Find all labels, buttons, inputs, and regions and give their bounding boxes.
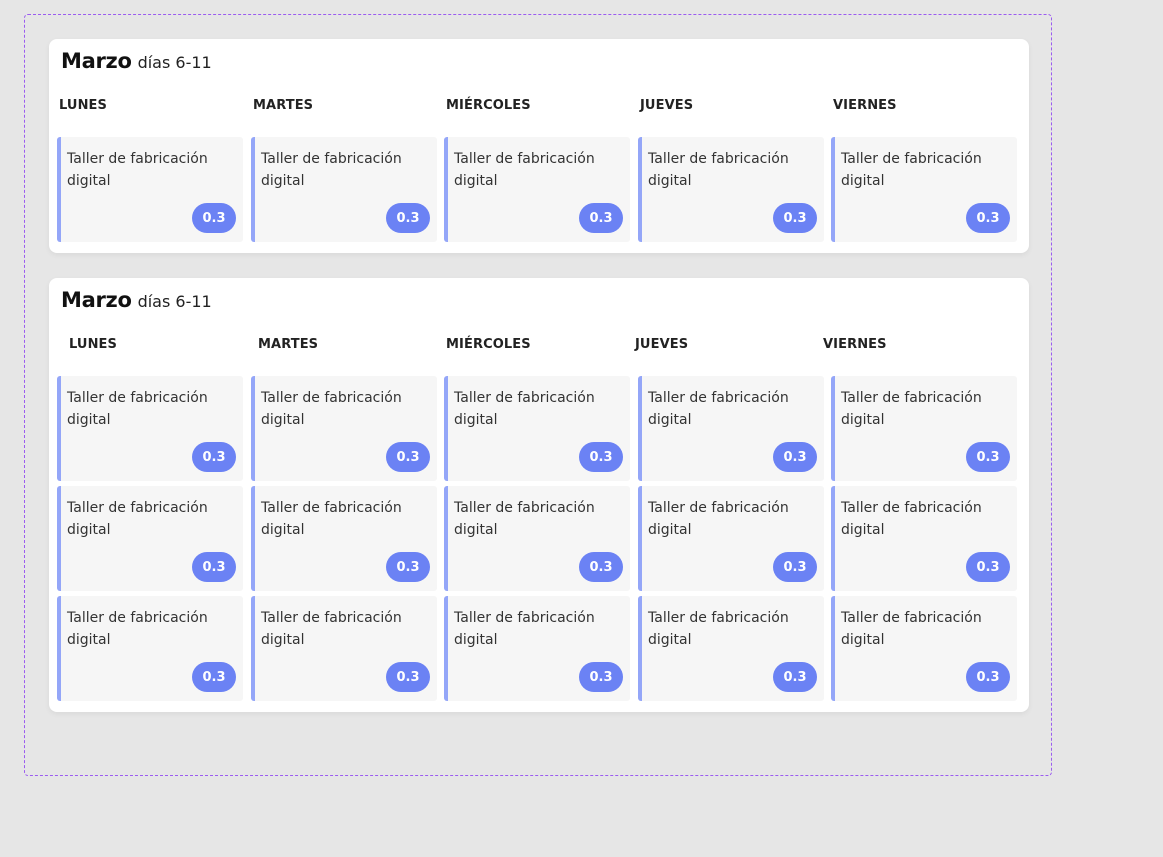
schedule-item[interactable]: Taller de fabricación digital 0.3 xyxy=(57,376,243,481)
date-range-label: días 6-11 xyxy=(137,292,212,311)
day-header-monday: LUNES xyxy=(69,337,117,352)
schedule-item[interactable]: Taller de fabricación digital 0.3 xyxy=(831,137,1017,242)
hours-badge: 0.3 xyxy=(192,552,236,582)
day-header-tuesday: MARTES xyxy=(258,337,319,352)
schedule-item-title: Taller de fabricación digital xyxy=(67,390,208,428)
hours-badge: 0.3 xyxy=(192,203,236,233)
hours-badge: 0.3 xyxy=(579,662,623,692)
hours-badge: 0.3 xyxy=(579,442,623,472)
schedule-item[interactable]: Taller de fabricación digital 0.3 xyxy=(831,486,1017,591)
day-header-thursday: JUEVES xyxy=(640,98,694,113)
schedule-item[interactable]: Taller de fabricación digital 0.3 xyxy=(251,596,437,701)
schedule-item-title: Taller de fabricación digital xyxy=(261,390,402,428)
schedule-item-title: Taller de fabricación digital xyxy=(841,390,982,428)
hours-badge: 0.3 xyxy=(966,442,1010,472)
schedule-item[interactable]: Taller de fabricación digital 0.3 xyxy=(251,376,437,481)
schedule-item-title: Taller de fabricación digital xyxy=(454,151,595,189)
schedule-item[interactable]: Taller de fabricación digital 0.3 xyxy=(831,596,1017,701)
schedule-item[interactable]: Taller de fabricación digital 0.3 xyxy=(638,137,824,242)
schedule-item[interactable]: Taller de fabricación digital 0.3 xyxy=(444,596,630,701)
hours-badge: 0.3 xyxy=(192,442,236,472)
week-title: Marzo días 6-11 xyxy=(61,49,212,73)
week-card: Marzo días 6-11 LUNES MARTES MIÉRCOLES J… xyxy=(49,278,1029,712)
schedule-item-title: Taller de fabricación digital xyxy=(841,151,982,189)
schedule-item[interactable]: Taller de fabricación digital 0.3 xyxy=(831,376,1017,481)
hours-badge: 0.3 xyxy=(966,203,1010,233)
schedule-item-title: Taller de fabricación digital xyxy=(67,610,208,648)
hours-badge: 0.3 xyxy=(192,662,236,692)
schedule-item-title: Taller de fabricación digital xyxy=(454,610,595,648)
day-header-monday: LUNES xyxy=(59,98,107,113)
schedule-item-title: Taller de fabricación digital xyxy=(648,500,789,538)
schedule-item-title: Taller de fabricación digital xyxy=(648,390,789,428)
hours-badge: 0.3 xyxy=(773,552,817,582)
schedule-item-title: Taller de fabricación digital xyxy=(67,500,208,538)
schedule-item[interactable]: Taller de fabricación digital 0.3 xyxy=(444,137,630,242)
day-header-friday: VIERNES xyxy=(833,98,897,113)
week-title: Marzo días 6-11 xyxy=(61,288,212,312)
hours-badge: 0.3 xyxy=(386,662,430,692)
day-header-wednesday: MIÉRCOLES xyxy=(446,337,531,352)
hours-badge: 0.3 xyxy=(386,203,430,233)
schedule-item-title: Taller de fabricación digital xyxy=(261,500,402,538)
hours-badge: 0.3 xyxy=(773,662,817,692)
schedule-item-title: Taller de fabricación digital xyxy=(261,610,402,648)
hours-badge: 0.3 xyxy=(773,203,817,233)
schedule-item-title: Taller de fabricación digital xyxy=(261,151,402,189)
schedule-item[interactable]: Taller de fabricación digital 0.3 xyxy=(638,596,824,701)
month-label: Marzo xyxy=(61,49,132,73)
schedule-item[interactable]: Taller de fabricación digital 0.3 xyxy=(57,137,243,242)
day-header-wednesday: MIÉRCOLES xyxy=(446,98,531,113)
schedule-item[interactable]: Taller de fabricación digital 0.3 xyxy=(57,596,243,701)
schedule-item-title: Taller de fabricación digital xyxy=(454,390,595,428)
hours-badge: 0.3 xyxy=(386,552,430,582)
schedule-item-title: Taller de fabricación digital xyxy=(841,500,982,538)
week-card: Marzo días 6-11 LUNES MARTES MIÉRCOLES J… xyxy=(49,39,1029,253)
schedule-item[interactable]: Taller de fabricación digital 0.3 xyxy=(251,486,437,591)
month-label: Marzo xyxy=(61,288,132,312)
hours-badge: 0.3 xyxy=(579,552,623,582)
hours-badge: 0.3 xyxy=(773,442,817,472)
schedule-item-title: Taller de fabricación digital xyxy=(841,610,982,648)
hours-badge: 0.3 xyxy=(386,442,430,472)
hours-badge: 0.3 xyxy=(966,662,1010,692)
schedule-item-title: Taller de fabricación digital xyxy=(67,151,208,189)
day-header-thursday: JUEVES xyxy=(635,337,689,352)
schedule-item-title: Taller de fabricación digital xyxy=(454,500,595,538)
schedule-item-title: Taller de fabricación digital xyxy=(648,151,789,189)
schedule-item[interactable]: Taller de fabricación digital 0.3 xyxy=(251,137,437,242)
schedule-item[interactable]: Taller de fabricación digital 0.3 xyxy=(444,486,630,591)
schedule-item[interactable]: Taller de fabricación digital 0.3 xyxy=(444,376,630,481)
schedule-item[interactable]: Taller de fabricación digital 0.3 xyxy=(638,486,824,591)
schedule-item[interactable]: Taller de fabricación digital 0.3 xyxy=(57,486,243,591)
schedule-item-title: Taller de fabricación digital xyxy=(648,610,789,648)
hours-badge: 0.3 xyxy=(966,552,1010,582)
day-header-tuesday: MARTES xyxy=(253,98,314,113)
date-range-label: días 6-11 xyxy=(137,53,212,72)
schedule-item[interactable]: Taller de fabricación digital 0.3 xyxy=(638,376,824,481)
day-header-friday: VIERNES xyxy=(823,337,887,352)
hours-badge: 0.3 xyxy=(579,203,623,233)
